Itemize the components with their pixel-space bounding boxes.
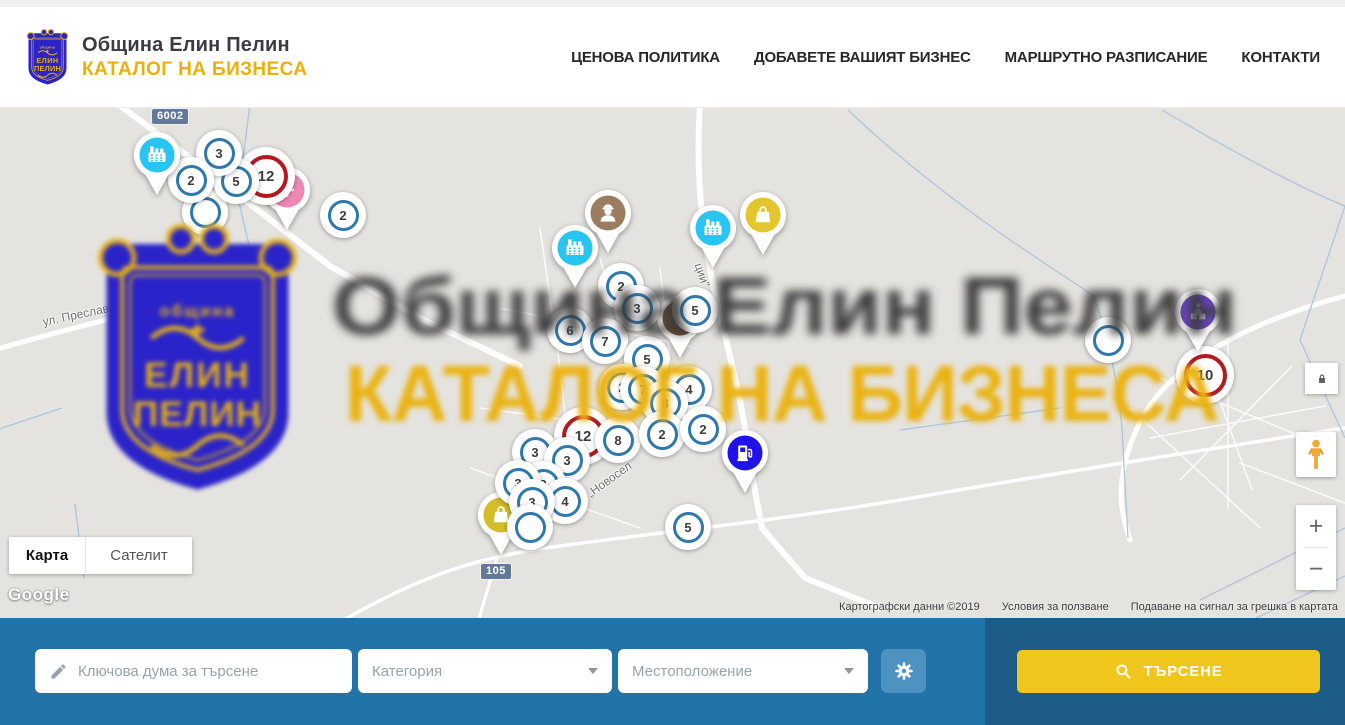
zoom-in-button[interactable]: +: [1296, 505, 1336, 547]
page: община ЕЛИН ПЕЛИН Община Елин Пелин КАТА…: [0, 0, 1345, 725]
map-type-map-button[interactable]: Карта: [9, 537, 85, 574]
cluster-marker[interactable]: 5: [665, 504, 711, 550]
cluster-marker[interactable]: [1085, 317, 1131, 363]
main-nav: ЦЕНОВА ПОЛИТИКА ДОБАВЕТЕ ВАШИЯТ БИЗНЕС МАР…: [571, 49, 1320, 66]
location-select-value: Местоположение: [632, 663, 752, 680]
search-bar: Категория Местоположение: [0, 618, 1345, 725]
cluster-count: 2: [688, 414, 719, 445]
cluster-count: 3: [622, 293, 653, 324]
cluster-marker[interactable]: 2: [320, 192, 366, 238]
cluster-count: 2: [647, 419, 678, 450]
map-attribution: Картографски данни ©2019 Условия за ползв…: [839, 601, 1338, 613]
category-select-value: Категория: [372, 663, 442, 680]
attribution-text: Картографски данни ©2019: [839, 601, 980, 613]
attribution-link[interactable]: Подаване на сигнал за грешка в картата: [1131, 601, 1338, 613]
street-view-pegman-button[interactable]: [1296, 432, 1336, 477]
pegman-icon: [1303, 438, 1329, 472]
site-subtitle: КАТАЛОГ НА БИЗНЕСА: [82, 59, 307, 81]
site-logo[interactable]: община ЕЛИН ПЕЛИН Община Елин Пелин КАТА…: [24, 25, 307, 89]
google-logo[interactable]: Google: [8, 585, 70, 605]
attribution-link[interactable]: Условия за ползване: [1002, 601, 1109, 613]
search-icon: [1114, 662, 1133, 681]
location-select[interactable]: Местоположение: [618, 649, 868, 693]
cluster-marker[interactable]: 2: [639, 411, 685, 457]
chevron-down-icon: [844, 668, 854, 674]
nav-link[interactable]: ЦЕНОВА ПОЛИТИКА: [571, 49, 720, 66]
fuel-pin[interactable]: [717, 426, 773, 501]
cluster-count: 6: [555, 315, 586, 346]
cluster-marker[interactable]: [507, 504, 553, 550]
cluster-count: [515, 512, 546, 543]
site-title-block: Община Елин Пелин КАТАЛОГ НА БИЗНЕСА: [82, 34, 307, 81]
lock-icon: [1314, 371, 1330, 387]
cluster-marker[interactable]: 7: [582, 318, 628, 364]
cluster-marker[interactable]: 5: [672, 287, 718, 333]
nav-link[interactable]: МАРШРУТНО РАЗПИСАНИЕ: [1005, 49, 1208, 66]
keyword-input[interactable]: [78, 663, 352, 680]
top-strip: [0, 0, 1345, 7]
category-select[interactable]: Категория: [358, 649, 612, 693]
svg-text:ЕЛИН: ЕЛИН: [36, 56, 58, 65]
road-number-badge: 6002: [152, 109, 188, 124]
factory-pin[interactable]: [685, 201, 741, 276]
bag-pin[interactable]: [735, 188, 791, 263]
cluster-count: 2: [328, 200, 359, 231]
map-type-control: Карта Сателит: [9, 537, 192, 574]
chevron-down-icon: [588, 668, 598, 674]
factory-pin[interactable]: [129, 128, 185, 203]
zoom-control: + −: [1296, 505, 1336, 590]
cluster-count: 8: [603, 425, 634, 456]
nav-link[interactable]: ДОБАВЕТЕ ВАШИЯТ БИЗНЕС: [754, 49, 971, 66]
advanced-settings-button[interactable]: [881, 649, 926, 693]
keyword-field[interactable]: [35, 649, 352, 693]
zoom-out-button[interactable]: −: [1296, 548, 1336, 590]
factory-pin[interactable]: [547, 221, 603, 296]
map-type-satellite-button[interactable]: Сателит: [85, 537, 192, 574]
search-submit-button[interactable]: ТЪРСЕНЕ: [1017, 650, 1320, 693]
site-title: Община Елин Пелин: [82, 34, 307, 57]
map-canvas[interactable]: 6002105ул. Преславбул. „Новоселции" 1253…: [0, 108, 1345, 618]
cluster-count: 5: [680, 295, 711, 326]
nav-link[interactable]: КОНТАКТИ: [1241, 49, 1320, 66]
cluster-count: [1093, 325, 1124, 356]
gear-icon: [893, 660, 915, 682]
cluster-count: 5: [673, 512, 704, 543]
svg-text:ПЕЛИН: ПЕЛИН: [34, 64, 61, 73]
search-button-label: ТЪРСЕНЕ: [1143, 663, 1222, 680]
cluster-count: 7: [590, 326, 621, 357]
svg-text:община: община: [40, 45, 56, 49]
road-number-badge: 105: [481, 564, 511, 579]
cluster-marker[interactable]: 8: [595, 417, 641, 463]
site-header: община ЕЛИН ПЕЛИН Община Елин Пелин КАТА…: [0, 7, 1345, 108]
municipality-crest-icon: община ЕЛИН ПЕЛИН: [24, 25, 71, 89]
pencil-icon: [49, 662, 68, 681]
church-pin[interactable]: [1170, 285, 1226, 360]
fullscreen-lock-button[interactable]: [1305, 363, 1338, 394]
